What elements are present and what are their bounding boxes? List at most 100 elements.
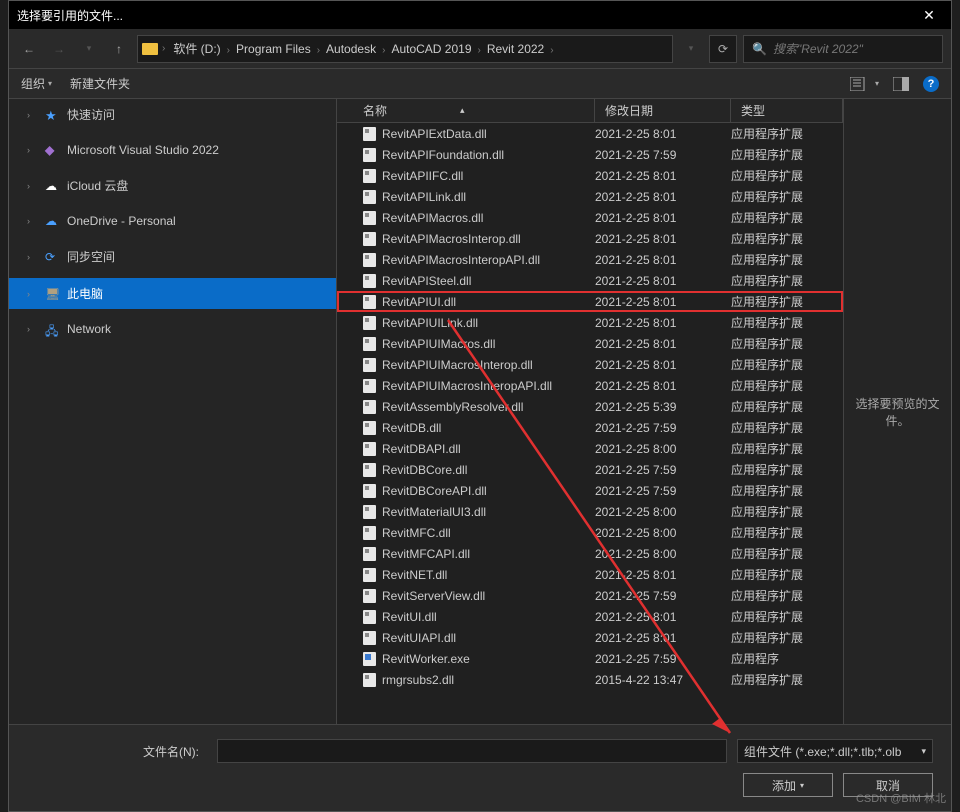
chevron-right-icon: › [27,181,37,191]
file-icon [363,148,376,162]
file-icon [363,547,376,561]
file-row[interactable]: RevitAPIMacros.dll2021-2-25 8:01应用程序扩展 [337,207,843,228]
sidebar-item-label: 此电脑 [67,285,103,302]
sidebar-item-cloud[interactable]: ›☁iCloud 云盘 [9,170,336,201]
sidebar-item-vs[interactable]: ›◆Microsoft Visual Studio 2022 [9,136,336,164]
file-date: 2021-2-25 7:59 [595,589,731,603]
organize-menu[interactable]: 组织▾ [21,75,52,92]
file-name: RevitServerView.dll [382,589,485,603]
cloud-icon: ☁ [45,179,59,193]
file-row[interactable]: RevitAPIIFC.dll2021-2-25 8:01应用程序扩展 [337,165,843,186]
column-name[interactable]: 名称 ▴ [337,99,595,122]
file-row[interactable]: RevitDBCoreAPI.dll2021-2-25 7:59应用程序扩展 [337,480,843,501]
back-button[interactable]: ← [17,37,41,61]
file-type: 应用程序扩展 [731,671,843,688]
file-icon [363,127,376,141]
sidebar-item-star[interactable]: ›★快速访问 [9,99,336,130]
column-type[interactable]: 类型 [731,99,843,122]
file-name: RevitUI.dll [382,610,437,624]
file-row[interactable]: RevitNET.dll2021-2-25 8:01应用程序扩展 [337,564,843,585]
titlebar: 选择要引用的文件... ✕ [9,1,951,29]
breadcrumb-segment[interactable]: Autodesk [320,39,382,59]
search-input[interactable]: 🔍 搜索"Revit 2022" [743,35,943,63]
file-type: 应用程序扩展 [731,419,843,436]
file-row[interactable]: RevitMFCAPI.dll2021-2-25 8:00应用程序扩展 [337,543,843,564]
sidebar-item-sync[interactable]: ›⟳同步空间 [9,241,336,272]
file-row[interactable]: RevitAPISteel.dll2021-2-25 8:01应用程序扩展 [337,270,843,291]
file-row[interactable]: RevitUI.dll2021-2-25 8:01应用程序扩展 [337,606,843,627]
file-row[interactable]: RevitAssemblyResolver.dll2021-2-25 5:39应… [337,396,843,417]
file-type: 应用程序扩展 [731,440,843,457]
file-name: RevitMFCAPI.dll [382,547,470,561]
file-name: RevitAPIUIMacrosInteropAPI.dll [382,379,552,393]
file-name: RevitDBAPI.dll [382,442,461,456]
file-icon [363,337,376,351]
sidebar-item-od[interactable]: ›☁OneDrive - Personal [9,207,336,235]
file-row[interactable]: RevitMFC.dll2021-2-25 8:00应用程序扩展 [337,522,843,543]
breadcrumb-segment[interactable]: AutoCAD 2019 [385,39,477,59]
file-row[interactable]: RevitWorker.exe2021-2-25 7:59应用程序 [337,648,843,669]
breadcrumb-segment[interactable]: Revit 2022 [481,39,550,59]
chevron-right-icon: › [162,43,165,54]
file-row[interactable]: RevitServerView.dll 2021-2-25 7:59应用程序扩展 [337,585,843,606]
file-row[interactable]: RevitAPIUI.dll2021-2-25 8:01应用程序扩展 [337,291,843,312]
file-name: RevitNET.dll [382,568,447,582]
view-mode-button[interactable]: ▾ [850,77,879,91]
file-icon [363,631,376,645]
file-name: RevitDBCore.dll [382,463,467,477]
file-type: 应用程序扩展 [731,629,843,646]
file-row[interactable]: RevitDBAPI.dll2021-2-25 8:00应用程序扩展 [337,438,843,459]
file-type: 应用程序扩展 [731,125,843,142]
file-row[interactable]: RevitUIAPI.dll2021-2-25 8:01应用程序扩展 [337,627,843,648]
preview-pane: 选择要预览的文件。 [843,99,951,724]
file-row[interactable]: RevitAPIFoundation.dll2021-2-25 7:59应用程序… [337,144,843,165]
up-button[interactable]: ↑ [107,37,131,61]
file-row[interactable]: RevitAPILink.dll2021-2-25 8:01应用程序扩展 [337,186,843,207]
refresh-button[interactable]: ⟳ [709,35,737,63]
file-row[interactable]: RevitAPIUIMacrosInteropAPI.dll2021-2-25 … [337,375,843,396]
breadcrumb-segment[interactable]: Program Files [230,39,317,59]
file-row[interactable]: RevitAPIMacrosInteropAPI.dll2021-2-25 8:… [337,249,843,270]
column-date[interactable]: 修改日期 [595,99,731,122]
file-type: 应用程序扩展 [731,503,843,520]
history-dropdown[interactable]: ▾ [77,37,101,61]
sidebar-item-pc[interactable]: ›🖥此电脑 [9,278,336,309]
file-icon [363,295,376,309]
file-date: 2021-2-25 8:01 [595,631,731,645]
breadcrumb[interactable]: › 软件 (D:)›Program Files›Autodesk›AutoCAD… [137,35,673,63]
new-folder-button[interactable]: 新建文件夹 [70,75,130,92]
file-row[interactable]: RevitDBCore.dll2021-2-25 7:59应用程序扩展 [337,459,843,480]
file-row[interactable]: RevitAPIMacrosInterop.dll2021-2-25 8:01应… [337,228,843,249]
filetype-select[interactable]: 组件文件 (*.exe;*.dll;*.tlb;*.olb ▾ [737,739,933,763]
file-row[interactable]: RevitAPIUILink.dll2021-2-25 8:01应用程序扩展 [337,312,843,333]
add-button[interactable]: 添加▾ [743,773,833,797]
preview-toggle-button[interactable] [893,77,909,91]
file-list[interactable]: RevitAPIExtData.dll2021-2-25 8:01应用程序扩展R… [337,123,843,724]
breadcrumb-segment[interactable]: 软件 (D:) [167,39,226,59]
file-row[interactable]: RevitAPIExtData.dll2021-2-25 8:01应用程序扩展 [337,123,843,144]
file-type: 应用程序扩展 [731,188,843,205]
path-dropdown[interactable]: ▾ [679,37,703,61]
file-row[interactable]: rmgrsubs2.dll2015-4-22 13:47应用程序扩展 [337,669,843,690]
file-type: 应用程序扩展 [731,272,843,289]
file-row[interactable]: RevitAPIUIMacrosInterop.dll2021-2-25 8:0… [337,354,843,375]
file-row[interactable]: RevitDB.dll2021-2-25 7:59应用程序扩展 [337,417,843,438]
file-type: 应用程序扩展 [731,482,843,499]
filename-input[interactable] [217,739,727,763]
file-icon [363,526,376,540]
help-icon[interactable]: ? [923,76,939,92]
dialog-title: 选择要引用的文件... [17,7,123,24]
net-icon: 🖧 [45,322,59,336]
file-row[interactable]: RevitMaterialUI3.dll2021-2-25 8:00应用程序扩展 [337,501,843,522]
file-name: RevitAPIExtData.dll [382,127,487,141]
file-date: 2021-2-25 7:59 [595,484,731,498]
od-icon: ☁ [45,214,59,228]
file-icon [363,442,376,456]
file-row[interactable]: RevitAPIUIMacros.dll2021-2-25 8:01应用程序扩展 [337,333,843,354]
file-date: 2021-2-25 8:01 [595,568,731,582]
sidebar-item-net[interactable]: ›🖧Network [9,315,336,343]
file-icon [363,568,376,582]
file-type: 应用程序扩展 [731,587,843,604]
forward-button[interactable]: → [47,37,71,61]
close-icon[interactable]: ✕ [915,7,943,24]
